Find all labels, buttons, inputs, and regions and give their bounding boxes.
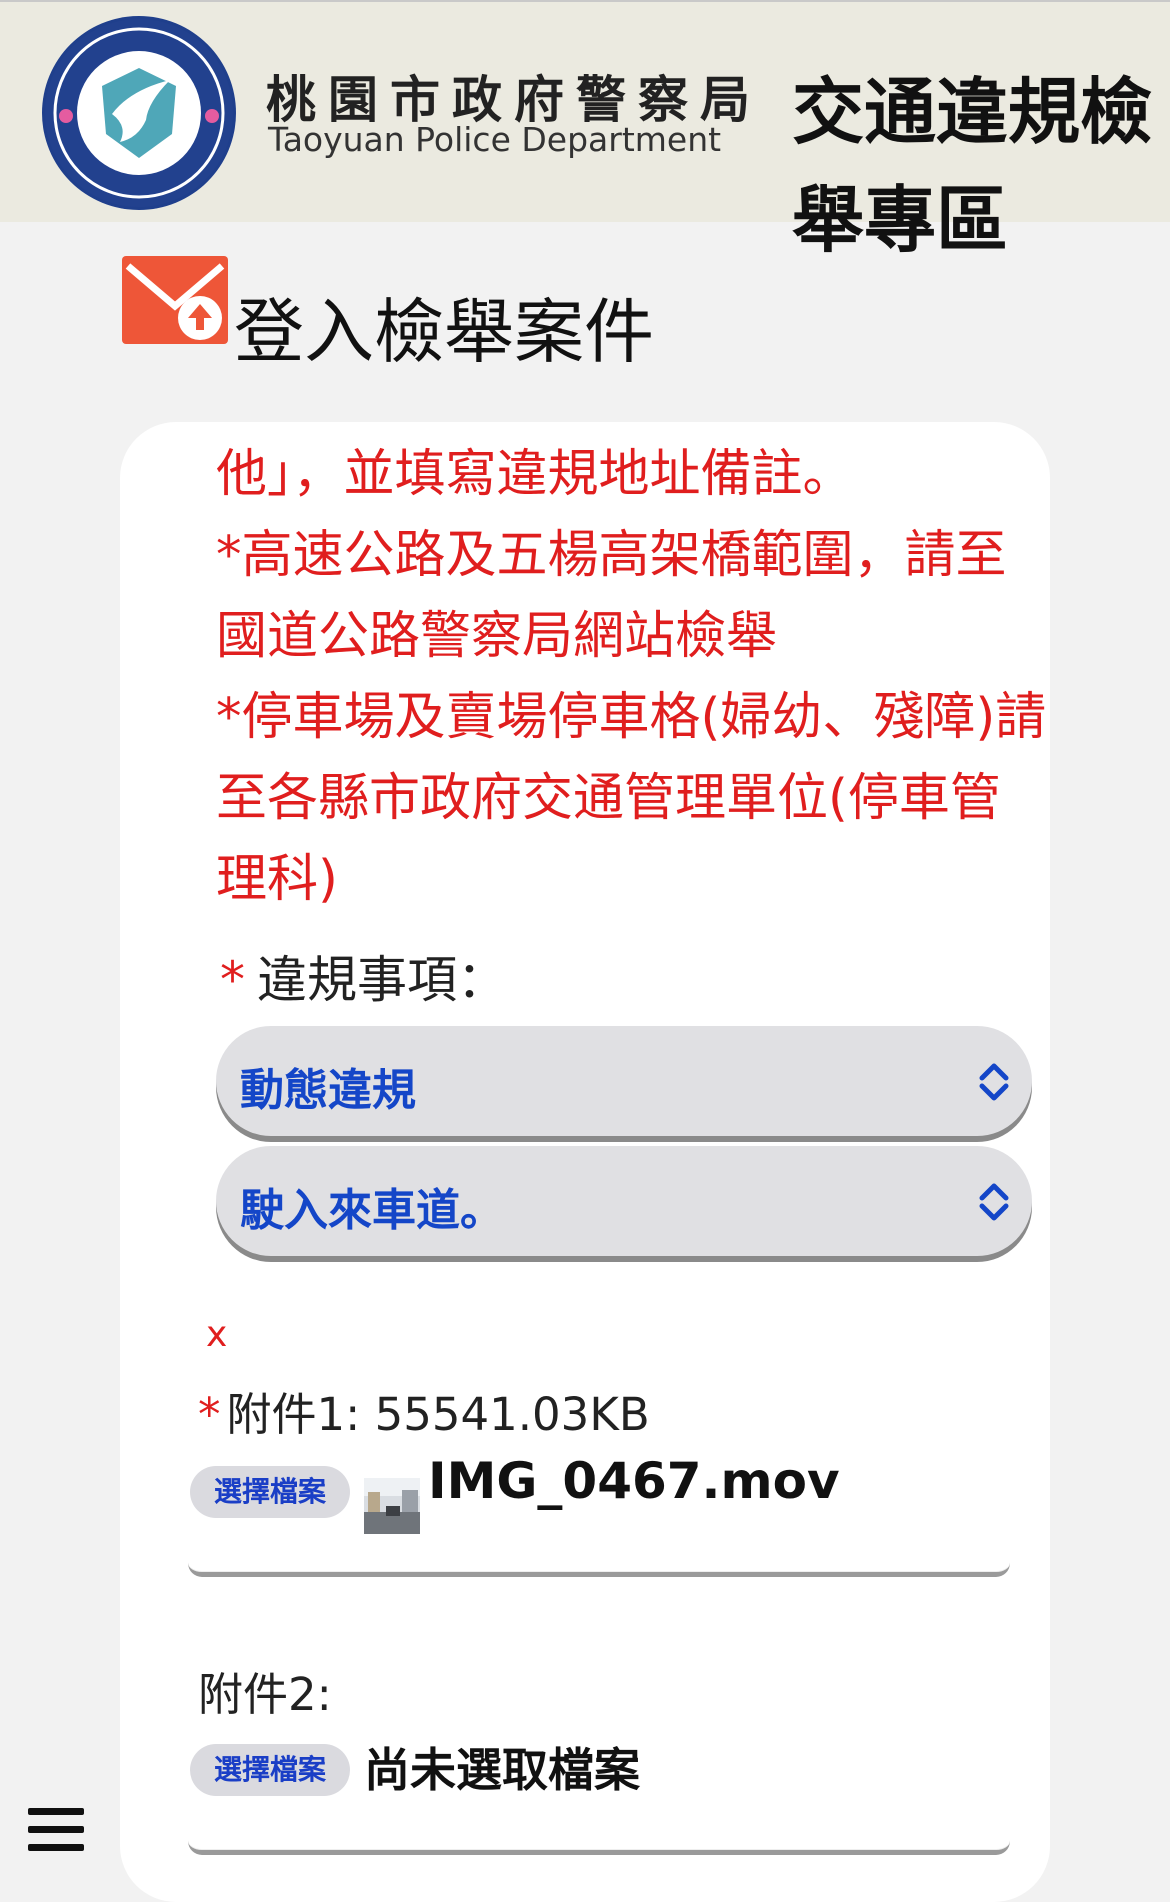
no-file-selected-text: 尚未選取檔案	[364, 1743, 640, 1797]
police-logo	[42, 16, 236, 210]
report-form-card: 他」，並填寫違規地址備註。 *高速公路及五楊高架橋範圍，請至 國道公路警察局網站…	[120, 422, 1050, 1902]
required-mark: *	[198, 1388, 221, 1441]
attachment-1-file-input: 選擇檔案 IMG_0467.mov	[188, 1452, 1010, 1577]
required-mark: *	[220, 951, 245, 1009]
hamburger-bar	[28, 1808, 84, 1815]
page-title-line-1: 交通違規檢	[792, 70, 1153, 154]
page-title: 交通違規檢 舉專區	[792, 58, 1170, 274]
choose-file-button[interactable]: 選擇檔案	[190, 1466, 350, 1518]
upload-mail-icon	[122, 256, 228, 344]
attachment-2-file-input: 選擇檔案 尚未選取檔案	[188, 1730, 1010, 1855]
violation-category-select[interactable]: 動態違規	[216, 1026, 1032, 1136]
updown-chevron-icon	[979, 1183, 1009, 1221]
notice-text: 他」，並填寫違規地址備註。 *高速公路及五楊高架橋範圍，請至 國道公路警察局網站…	[216, 434, 1050, 920]
notice-line: 他」，並填寫違規地址備註。	[216, 445, 854, 504]
violation-label: 違規事項：	[257, 951, 507, 1009]
notice-line: *高速公路及五楊高架橋範圍，請至	[216, 526, 1007, 585]
notice-line: 理科)	[216, 850, 338, 909]
violation-category-value: 動態違規	[240, 1065, 416, 1116]
page-title-line-2: 舉專區	[792, 178, 1009, 262]
choose-file-button[interactable]: 選擇檔案	[190, 1744, 350, 1796]
updown-chevron-icon	[979, 1063, 1009, 1101]
violation-field-label: * 違規事項：	[220, 940, 507, 1012]
attachment-1-size: 附件1: 55541.03KB	[226, 1388, 650, 1441]
video-thumbnail	[364, 1478, 420, 1534]
selected-file-name: IMG_0467.mov	[428, 1452, 840, 1510]
attachment-1-label: * 附件1: 55541.03KB	[198, 1378, 650, 1443]
site-header: 桃園市政府警察局 Taoyuan Police Department 交通違規檢…	[0, 0, 1170, 262]
section-title: 登入檢舉案件	[234, 291, 654, 373]
hamburger-bar	[28, 1826, 84, 1833]
notice-line: 至各縣市政府交通管理單位(停車管	[216, 769, 1001, 828]
hamburger-menu-icon[interactable]	[28, 1808, 84, 1860]
notice-line: *停車場及賣場停車格(婦幼、殘障)請	[216, 688, 1047, 747]
hamburger-bar	[28, 1844, 84, 1851]
notice-line: 國道公路警察局網站檢舉	[216, 607, 778, 666]
department-name-en: Taoyuan Police Department	[268, 120, 722, 159]
violation-item-value: 駛入來車道。	[240, 1185, 504, 1236]
attachment-2-label: 附件2:	[198, 1668, 332, 1721]
violation-item-select[interactable]: 駛入來車道。	[216, 1146, 1032, 1256]
remove-attachment-button[interactable]: x	[206, 1314, 227, 1355]
